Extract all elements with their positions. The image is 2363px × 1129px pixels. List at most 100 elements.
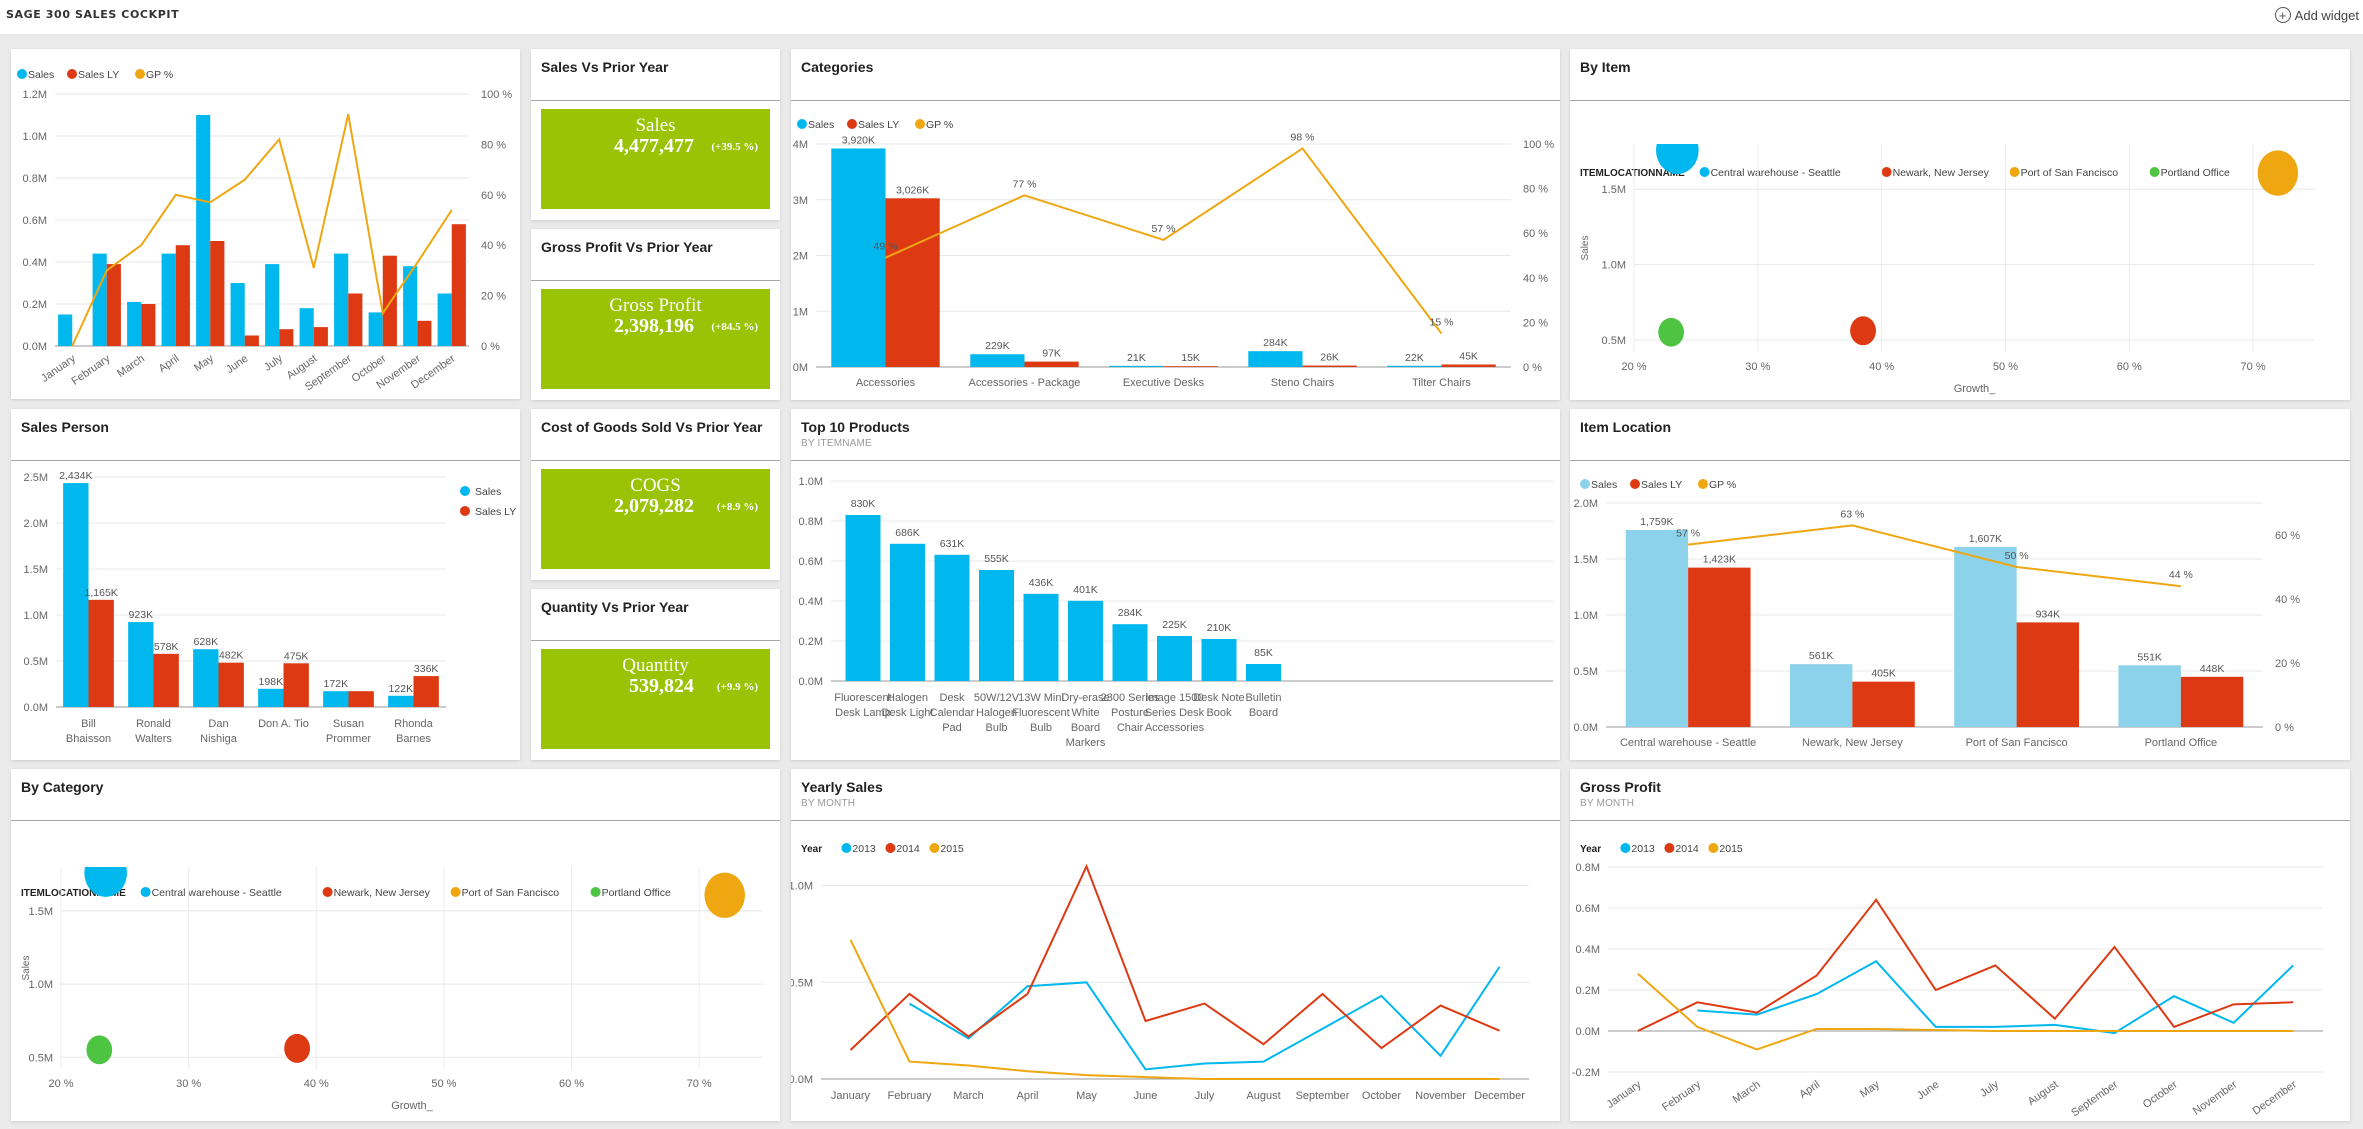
bar <box>2180 676 2244 727</box>
data-label: 448K <box>2200 663 2225 675</box>
gp-data-label: 15 % <box>1430 317 1454 329</box>
monthly-sales-panel[interactable]: Sales Sales LY GP % 0.0M 0.2M 0.4M 0.6M 0.8M 1.0… <box>11 49 520 399</box>
x-tick-label: 40 % <box>1869 361 1894 373</box>
data-label: 475K <box>284 650 309 662</box>
bubble <box>704 872 745 918</box>
y-tick-label: 0.4M <box>799 596 823 608</box>
x-tick-label: Dan <box>208 718 228 730</box>
y2-tick-label: 60 % <box>481 190 506 202</box>
bar <box>1163 366 1218 367</box>
kpi-card: Sales 4,477,477 (+39.5 %) <box>541 109 770 209</box>
x-tick-label: Halogen <box>976 707 1017 719</box>
sales-person-panel[interactable]: Sales Person 0.0M 0.5M 1.0M 1.5M 2.0M 2.5M 2,4… <box>11 409 520 760</box>
data-label: 405K <box>1871 668 1896 680</box>
y2-tick-label: 40 % <box>2275 594 2300 606</box>
kpi-label: Gross Profit <box>609 295 702 316</box>
x-tick-label: Bulb <box>1030 722 1052 734</box>
categories-panel[interactable]: Categories Sales Sales LY GP % 0M 1M 2M 3M 4M 0 … <box>791 49 1560 400</box>
x-tick-label: May <box>1076 1090 1097 1102</box>
gp-data-label: 57 % <box>1676 528 1700 540</box>
bar <box>348 293 363 346</box>
data-label: 923K <box>129 609 154 621</box>
gross-profit-panel[interactable]: Gross Profit BY MONTH Year 2013 2014 2015 -0… <box>1570 769 2350 1121</box>
legend-marker <box>322 887 333 897</box>
x-tick-label: Executive Desks <box>1123 377 1205 389</box>
item-location-panel[interactable]: Item Location Sales Sales LY GP % 0.0M 0.5M 1… <box>1570 409 2350 760</box>
data-label: 210K <box>1207 622 1232 634</box>
legend-label: 2015 <box>1719 843 1743 855</box>
x-tick-label: 60 % <box>559 1078 584 1090</box>
data-label: 3,920K <box>842 134 875 146</box>
by-item-panel[interactable]: By Item ITEMLOCATIONNAME Central warehous… <box>1570 49 2350 400</box>
data-label: 436K <box>1029 577 1054 589</box>
x-tick-label: Barnes <box>396 733 431 745</box>
x-tick-label: 20 % <box>48 1078 73 1090</box>
kpi-gross-profit-panel[interactable]: Gross Profit Vs Prior Year Gross Profit … <box>531 229 780 400</box>
series-line-2014 <box>849 863 1500 1051</box>
kpi-sales-panel[interactable]: Sales Vs Prior Year Sales 4,477,477 (+39… <box>531 49 780 220</box>
x-tick-label: May <box>192 352 216 374</box>
y-tick-label: 0.4M <box>23 257 47 269</box>
data-label: 482K <box>219 650 244 662</box>
y-tick-label: 1.0M <box>799 476 823 488</box>
panel-header: Gross Profit Vs Prior Year <box>531 229 780 281</box>
y-tick-label: 0.8M <box>799 516 823 528</box>
y2-tick-label: 20 % <box>2275 658 2300 670</box>
plus-circle-icon: + <box>2274 7 2291 23</box>
x-tick-label: March <box>1731 1079 1763 1106</box>
bar <box>175 245 190 346</box>
y-tick-label: 1.0M <box>24 610 48 622</box>
bar <box>417 320 432 346</box>
bar <box>451 224 466 346</box>
bar <box>196 115 211 346</box>
y-tick-label: 4M <box>793 139 808 151</box>
data-label: 1,165K <box>85 587 118 599</box>
bar <box>1068 600 1103 681</box>
add-widget-button[interactable]: + Add widget <box>2274 7 2359 23</box>
bar <box>283 663 309 707</box>
y-tick-label: 1.0M <box>29 979 53 991</box>
legend-marker <box>1620 843 1631 853</box>
y2-tick-label: 80 % <box>481 139 506 151</box>
bar <box>1789 664 1853 727</box>
bar <box>141 304 156 346</box>
legend-title: Year <box>1580 844 1601 855</box>
legend-label: Newark, New Jersey <box>334 887 431 899</box>
bubble <box>2257 150 2299 196</box>
x-tick-label: May <box>1858 1078 1882 1100</box>
y-tick-label: 1.5M <box>1602 184 1626 196</box>
legend-marker <box>1708 843 1719 853</box>
legend-marker <box>1664 843 1675 853</box>
y2-tick-label: 0 % <box>1523 362 1542 374</box>
x-tick-label: December <box>2250 1078 2299 1117</box>
y2-tick-label: 40 % <box>1523 273 1548 285</box>
data-label: 198K <box>259 676 284 688</box>
y-tick-label: 2.5M <box>24 472 48 484</box>
y-tick-label: -0.2M <box>1572 1067 1600 1079</box>
categories-chart: Sales Sales LY GP % 0M 1M 2M 3M 4M 0 % 20 % 40 % 60… <box>793 119 1554 389</box>
y2-tick-label: 0 % <box>2275 722 2294 734</box>
data-label: 555K <box>984 553 1009 565</box>
x-tick-label: March <box>115 353 147 380</box>
bar <box>1387 365 1442 367</box>
yearly-sales-panel[interactable]: Yearly Sales BY MONTH Year 2013 2014 2015 0.… <box>791 769 1560 1121</box>
series-line-2014 <box>1637 898 2294 1032</box>
kpi-cogs-panel[interactable]: Cost of Goods Sold Vs Prior Year COGS 2,… <box>531 409 780 580</box>
x-tick-label: Accessories - Package <box>969 377 1081 389</box>
legend-label: GP % <box>1709 479 1736 491</box>
kpi-quantity-panel[interactable]: Quantity Vs Prior Year Quantity 539,824 … <box>531 589 780 760</box>
y-tick-label: 0.5M <box>24 656 48 668</box>
x-tick-label: White <box>1071 707 1099 719</box>
data-label: 26K <box>1320 352 1339 364</box>
top10-products-panel[interactable]: Top 10 Products BY ITEMNAME 0.0M 0.2M 0.4M… <box>791 409 1560 760</box>
x-tick-label: Accessories <box>856 377 916 389</box>
legend-label: Sales <box>1591 479 1617 491</box>
x-tick-label: February <box>1660 1078 1703 1113</box>
bar <box>1109 365 1164 367</box>
bar <box>934 554 970 681</box>
bar <box>323 691 349 707</box>
x-tick-label: Desk Note <box>1193 692 1244 704</box>
y-tick-label: 0.6M <box>23 215 47 227</box>
bar <box>1852 681 1915 727</box>
by-category-panel[interactable]: By Category ITEMLOCATIONNAME Central ware… <box>11 769 780 1121</box>
